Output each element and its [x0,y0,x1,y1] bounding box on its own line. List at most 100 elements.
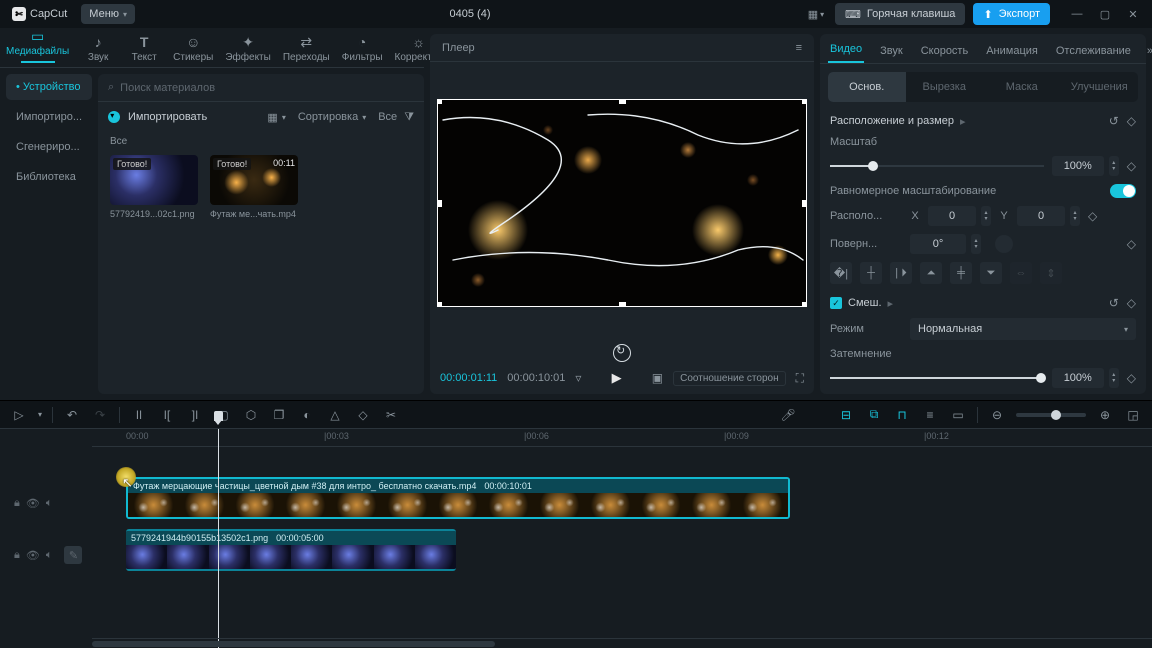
zoom-slider[interactable] [1016,413,1086,417]
rotate-dial[interactable] [995,235,1013,253]
rotate-stepper[interactable]: ▴▾ [971,234,981,254]
media-thumb-2[interactable]: Готово! 00:11 Футаж ме...чать.mp4 [210,155,298,219]
search-input[interactable]: Поиск материалов [120,82,414,94]
preview-icon[interactable]: ▭ [949,406,967,424]
minimize-button[interactable]: — [1064,3,1090,25]
preview-viewport[interactable] [437,99,807,307]
crop2-icon[interactable]: ✂ [382,406,400,424]
aspect-ratio-button[interactable]: Соотношение сторон [673,371,786,386]
menu-button[interactable]: Меню ▾ [81,4,135,24]
hotkeys-button[interactable]: ⌨ Горячая клавиша [835,3,965,25]
side-device[interactable]: • Устройство [6,74,92,100]
split-left[interactable]: ǀ[ [158,406,176,424]
close-button[interactable]: ✕ [1120,3,1146,25]
crop-icon[interactable]: ▣ [652,371,663,385]
dim-value[interactable]: 100% [1052,368,1104,388]
scale-value[interactable]: 100% [1052,156,1104,176]
side-import[interactable]: Импортиро... [6,104,92,130]
blend-checkbox[interactable]: ✓ [830,297,842,309]
import-button[interactable]: Импортировать [108,111,207,123]
shield-icon[interactable]: ⬡ [242,406,260,424]
mute-icon[interactable]: 🔈︎ [46,497,53,510]
link-icon[interactable]: ⧉ [865,406,883,424]
zoom-in[interactable]: ⊕ [1096,406,1114,424]
reset-icon[interactable]: ↺ [1109,114,1119,128]
side-generated[interactable]: Сгенериро... [6,134,92,160]
pos-y-stepper[interactable]: ▴▾ [1070,206,1080,226]
magnet-icon[interactable]: ⊓ [893,406,911,424]
diamond-icon[interactable]: ◇ [354,406,372,424]
resize-handle[interactable] [802,302,807,307]
tab-effects[interactable]: ✦Эффекты [219,34,276,67]
resize-handle[interactable] [619,302,626,307]
align-hcenter[interactable]: ┼ [860,262,882,284]
subtab-cutout[interactable]: Вырезка [906,72,984,102]
player-menu-icon[interactable]: ≡ [796,42,802,54]
blend-reset-icon[interactable]: ↺ [1109,296,1119,310]
rotate-handle[interactable] [613,344,631,362]
keyframe-icon[interactable]: ◇ [1127,114,1136,128]
view-grid-button[interactable]: ▦▾ [267,111,285,124]
scale-slider[interactable] [830,159,1044,173]
sort-button[interactable]: Сортировка▾ [298,111,366,123]
tab-transitions[interactable]: ⇄Переходы [277,34,336,67]
align-bottom[interactable]: ⏷ [980,262,1002,284]
playhead-line[interactable] [218,429,219,648]
resize-handle[interactable] [802,200,807,207]
rot-keyframe[interactable]: ◇ [1127,237,1136,251]
insp-tab-speed[interactable]: Скорость [919,45,971,63]
eye-icon[interactable]: 👁 [26,497,40,510]
maximize-button[interactable]: ▢ [1092,3,1118,25]
align-right[interactable]: | ⏵ [890,262,912,284]
tab-text[interactable]: TТекст [121,34,167,67]
insp-tab-track[interactable]: Отслеживание [1054,45,1133,63]
mute-icon[interactable]: 🔈︎ [46,549,53,562]
insp-more-icon[interactable]: » [1147,45,1152,63]
blend-kf-icon[interactable]: ◇ [1127,296,1136,310]
pos-x-input[interactable]: 0 [928,206,976,226]
marker-icon[interactable]: ▿ [575,371,581,385]
pointer-tool[interactable]: ▷ [10,406,28,424]
mic-icon[interactable]: 🎤︎ [779,406,797,424]
subtab-mask[interactable]: Маска [983,72,1061,102]
align-icon[interactable]: ≡ [921,406,939,424]
uniform-toggle[interactable] [1110,184,1136,198]
timeline-ruler[interactable]: 00:00 |00:03 |00:06 |00:09 |00:12 [92,429,1152,447]
warning-icon[interactable]: △ [326,406,344,424]
pos-x-stepper[interactable]: ▴▾ [981,206,991,226]
edit-track-icon[interactable]: ✎ [64,546,82,564]
export-button[interactable]: ⬆ Экспорт [973,3,1050,25]
zoom-out[interactable]: ⊖ [988,406,1006,424]
align-left[interactable]: �| [830,262,852,284]
tab-stickers[interactable]: ☺Стикеры [167,34,219,67]
filter-all-button[interactable]: Все⧩ [378,111,414,124]
timeline-tracks[interactable]: Футаж мерцающие частицы_цветной дым #38 … [92,447,1152,638]
playhead-handle[interactable] [214,411,223,421]
resize-handle[interactable] [619,99,626,104]
rotate-input[interactable]: 0° [910,234,966,254]
split-tool[interactable]: ǀǀ [130,406,148,424]
tab-filters[interactable]: ◔Фильтры [336,34,389,67]
timeline-scrollbar[interactable] [92,638,1152,648]
resize-handle[interactable] [802,99,807,104]
resize-handle[interactable] [437,99,442,104]
reverse-icon[interactable]: ◐ [298,406,316,424]
side-library[interactable]: Библиотека [6,164,92,190]
pos-keyframe[interactable]: ◇ [1088,209,1097,223]
tab-audio[interactable]: ♪Звук [75,34,121,67]
clip-main[interactable]: 5779241944b90155b13502c1.png 00:00:05:00 [126,529,456,571]
lock-icon[interactable]: 🔒︎ [14,549,20,562]
dim-slider[interactable] [830,371,1044,385]
resize-handle[interactable] [437,200,442,207]
clip-overlay[interactable]: Футаж мерцающие частицы_цветной дым #38 … [126,477,790,519]
layout-icon[interactable]: ▦▾ [805,3,827,25]
insp-tab-video[interactable]: Видео [828,43,864,63]
subtab-enhance[interactable]: Улучшения [1061,72,1139,102]
insp-tab-audio[interactable]: Звук [878,45,905,63]
fullscreen-icon[interactable]: ⛶ [796,371,804,386]
eye-icon[interactable]: 👁 [26,549,40,562]
tab-media[interactable]: ▭Медиафайлы [0,28,75,67]
insp-tab-anim[interactable]: Анимация [984,45,1040,63]
lock-icon[interactable]: 🔒︎ [14,497,20,510]
undo-button[interactable]: ↶ [63,406,81,424]
